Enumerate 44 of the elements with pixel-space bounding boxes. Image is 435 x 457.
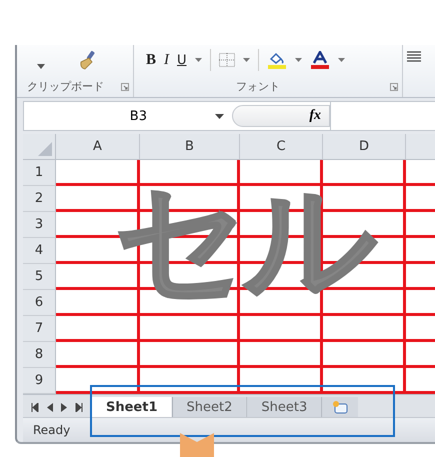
launcher-icon[interactable] xyxy=(121,82,129,90)
row-header[interactable]: 8 xyxy=(23,342,56,368)
previous-sheet-icon[interactable] xyxy=(47,402,53,412)
column-header[interactable]: C xyxy=(240,134,323,160)
column-header[interactable]: D xyxy=(323,134,406,160)
font-color-icon[interactable] xyxy=(310,51,330,69)
corner-triangle-icon xyxy=(38,142,52,156)
name-box[interactable]: B3 xyxy=(24,108,232,124)
row-header[interactable]: 5 xyxy=(23,264,56,290)
row-header[interactable]: 6 xyxy=(23,290,56,316)
row-header[interactable]: 3 xyxy=(23,212,56,238)
sheet-tab[interactable]: Sheet3 xyxy=(246,397,322,417)
group-label: フォント xyxy=(236,79,280,94)
last-sheet-icon[interactable] xyxy=(75,402,83,412)
caret-icon[interactable] xyxy=(294,58,302,62)
first-sheet-icon[interactable] xyxy=(31,402,39,412)
launcher-icon[interactable] xyxy=(390,82,398,90)
status-text: Ready xyxy=(33,423,70,437)
sheet-tab[interactable]: Sheet2 xyxy=(172,397,246,417)
pointer-tab-icon xyxy=(180,433,214,457)
new-sheet-icon[interactable] xyxy=(332,400,348,414)
function-button[interactable]: fx xyxy=(309,108,321,124)
column-header[interactable]: B xyxy=(140,134,240,160)
caret-icon[interactable] xyxy=(194,58,202,62)
row-header[interactable]: 2 xyxy=(23,186,56,212)
insert-sheet-button[interactable] xyxy=(321,397,358,417)
fill-color-icon[interactable] xyxy=(266,51,287,69)
next-sheet-icon[interactable] xyxy=(61,402,67,412)
format-button[interactable]: I xyxy=(164,52,170,68)
caret-icon[interactable] xyxy=(338,58,345,62)
format-button[interactable]: B xyxy=(146,52,156,68)
caret-icon[interactable] xyxy=(242,58,250,62)
formula-bar-handle[interactable]: fx xyxy=(232,105,330,127)
row-header[interactable]: 4 xyxy=(23,238,56,264)
align-icon[interactable] xyxy=(407,51,421,63)
row-header[interactable]: 7 xyxy=(23,316,56,342)
row-header[interactable]: 9 xyxy=(23,368,56,394)
borders-icon[interactable] xyxy=(218,53,235,67)
group-label: クリップボード xyxy=(27,79,104,94)
sheet-tab[interactable]: Sheet1 xyxy=(91,397,172,417)
caret-icon[interactable] xyxy=(37,64,45,68)
format-button[interactable]: U xyxy=(177,52,187,68)
column-header[interactable]: A xyxy=(56,134,140,160)
row-header[interactable]: 1 xyxy=(23,160,56,186)
